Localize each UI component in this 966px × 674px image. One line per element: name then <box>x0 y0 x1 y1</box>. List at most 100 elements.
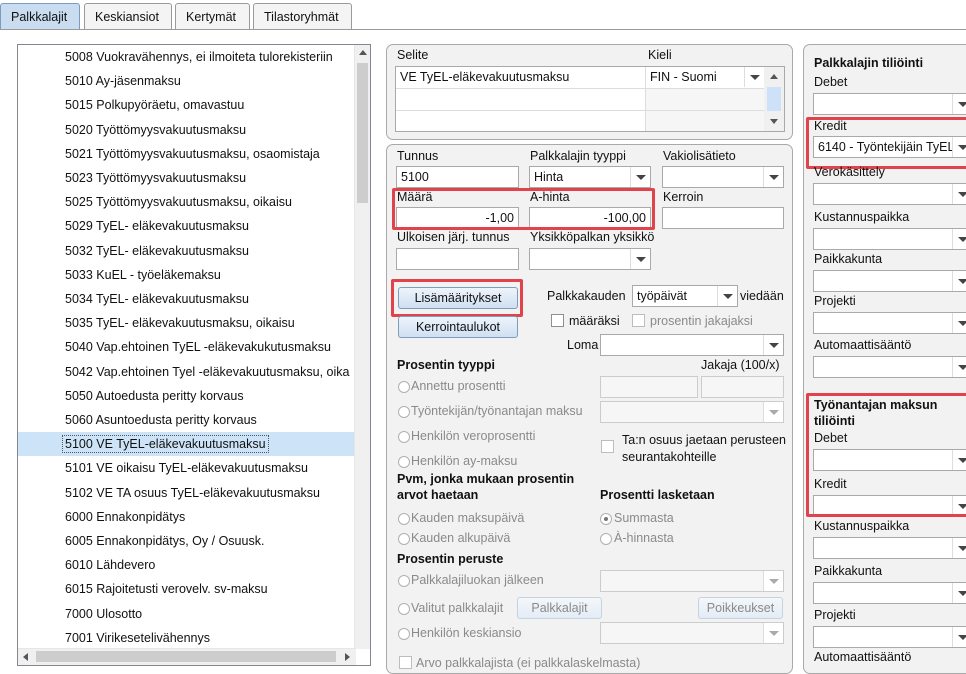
list-item[interactable]: 5020 Työttömyysvakuutusmaksu <box>18 118 356 142</box>
list-item[interactable]: 5101 VE oikaisu TyEL-eläkevakuutusmaksu <box>18 456 356 480</box>
list-vertical-scrollbar[interactable] <box>354 45 370 649</box>
paikkakunta-select[interactable] <box>813 270 966 292</box>
list-item[interactable]: 5033 KuEL - työeläkemaksu <box>18 263 356 287</box>
tyyppi-select[interactable]: Hinta <box>529 166 651 188</box>
kauden-alkupaiva-radio[interactable] <box>398 533 410 545</box>
kieli-row-empty[interactable] <box>646 89 764 111</box>
list-item[interactable]: 5040 Vap.ehtoinen TyEL -eläkevakukutusma… <box>18 335 356 359</box>
automaattisaanto-select[interactable] <box>813 356 966 378</box>
employer-projekti-select[interactable] <box>813 626 966 648</box>
wage-type-list[interactable]: 5008 Vuokravähennys, ei ilmoiteta tulore… <box>17 44 371 666</box>
keskiansio-select[interactable] <box>600 622 784 644</box>
grid-scroll-thumb[interactable] <box>767 87 781 111</box>
kieli-select[interactable]: FIN - Suomi <box>646 67 764 89</box>
yksikko-select[interactable] <box>529 248 651 270</box>
annettu-prosentti-radio[interactable] <box>398 381 410 393</box>
chevron-down-icon[interactable] <box>717 286 737 306</box>
chevron-down-icon[interactable] <box>952 313 966 333</box>
tan-osuus-checkbox[interactable] <box>601 440 614 453</box>
valitut-palkkalajit-radio[interactable] <box>398 603 410 615</box>
debet-select[interactable] <box>813 93 966 115</box>
list-item[interactable]: 5035 TyEL- eläkevakuutusmaksu, oikaisu <box>18 311 356 335</box>
chevron-down-icon[interactable] <box>952 271 966 291</box>
list-item[interactable]: 5102 VE TA osuus TyEL-eläkevakuutusmaksu <box>18 481 356 505</box>
tyontekijan-maksu-select[interactable] <box>600 401 784 423</box>
poikkeukset-button[interactable]: Poikkeukset <box>698 597 783 619</box>
tab-palkkalajit[interactable]: Palkkalajit <box>0 3 80 29</box>
hscroll-thumb[interactable] <box>36 651 336 662</box>
arvo-palkkalajista-checkbox[interactable] <box>399 656 412 669</box>
chevron-down-icon[interactable] <box>763 335 783 355</box>
scroll-right-icon[interactable] <box>339 649 355 665</box>
list-item[interactable]: 5034 TyEL- eläkevakuutusmaksu <box>18 287 356 311</box>
prosentti-input[interactable] <box>600 376 698 398</box>
palkkalajit-button[interactable]: Palkkalajit <box>517 597 602 619</box>
palkkalajiluokka-select[interactable] <box>600 570 784 592</box>
projekti-select[interactable] <box>813 312 966 334</box>
jakaja-input[interactable] <box>701 376 784 398</box>
loma-select[interactable] <box>600 334 784 356</box>
palkkalajiluokan-radio[interactable] <box>398 575 410 587</box>
tab-keskiansiot[interactable]: Keskiansiot <box>84 3 172 29</box>
employer-kustannuspaikka-select[interactable] <box>813 537 966 559</box>
list-item[interactable]: 5025 Työttömyysvakuutusmaksu, oikaisu <box>18 190 356 214</box>
chevron-down-icon[interactable] <box>952 583 966 603</box>
selite-row-empty[interactable] <box>396 89 646 111</box>
chevron-down-icon[interactable] <box>630 167 650 187</box>
list-item[interactable]: 7001 Virikesetelivähennys <box>18 626 356 650</box>
list-item[interactable]: 5042 Vap.ehtoinen Tyel -eläkevakuutusmak… <box>18 360 356 384</box>
henkilon-veroprosentti-radio[interactable] <box>398 431 410 443</box>
kauden-maksupaiva-radio[interactable] <box>398 513 410 525</box>
tyontekijan-maksu-radio[interactable] <box>398 406 410 418</box>
list-item[interactable]: 6005 Ennakonpidätys, Oy / Osuusk. <box>18 529 356 553</box>
list-item[interactable]: 5100 VE TyEL-eläkevakuutusmaksu <box>18 432 356 457</box>
summasta-radio[interactable] <box>600 513 612 525</box>
list-item[interactable]: 5008 Vuokravähennys, ei ilmoiteta tulore… <box>18 45 356 69</box>
chevron-down-icon[interactable] <box>952 184 966 204</box>
chevron-down-icon[interactable] <box>952 538 966 558</box>
kustannuspaikka-select[interactable] <box>813 228 966 250</box>
chevron-down-icon[interactable] <box>763 571 783 591</box>
employer-paikkakunta-select[interactable] <box>813 582 966 604</box>
chevron-down-icon[interactable] <box>952 94 966 114</box>
henkilon-ay-maksu-radio[interactable] <box>398 456 410 468</box>
list-item[interactable]: 5029 TyEL- eläkevakuutusmaksu <box>18 214 356 238</box>
henkilon-keskiansio-radio[interactable] <box>398 628 410 640</box>
scroll-left-icon[interactable] <box>18 649 34 665</box>
list-horizontal-scrollbar[interactable] <box>18 648 356 665</box>
list-item[interactable]: 5021 Työttömyysvakuutusmaksu, osaomistaj… <box>18 142 356 166</box>
list-item[interactable]: 5023 Työttömyysvakuutusmaksu <box>18 166 356 190</box>
list-item[interactable]: 5015 Polkupyöräetu, omavastuu <box>18 93 356 117</box>
tab-tilastoryhmat[interactable]: Tilastoryhmät <box>253 3 352 29</box>
selite-row-empty[interactable] <box>396 111 646 131</box>
list-item[interactable]: 7000 Ulosotto <box>18 602 356 626</box>
list-item[interactable]: 5060 Asuntoedusta peritty korvaus <box>18 408 356 432</box>
chevron-down-icon[interactable] <box>952 627 966 647</box>
selite-grid[interactable]: VE TyEL-eläkevakuutusmaksu FIN - Suomi <box>395 66 785 132</box>
scroll-thumb[interactable] <box>357 63 368 203</box>
list-item[interactable]: 6000 Ennakonpidätys <box>18 505 356 529</box>
tunnus-input[interactable]: 5100 <box>396 166 519 188</box>
scroll-up-icon[interactable] <box>766 69 782 85</box>
chevron-down-icon[interactable] <box>763 402 783 422</box>
chevron-down-icon[interactable] <box>763 623 783 643</box>
chevron-down-icon[interactable] <box>952 357 966 377</box>
list-item[interactable]: 6015 Rajoitetusti verovelv. sv-maksu <box>18 577 356 601</box>
ulkoisen-input[interactable] <box>396 248 519 270</box>
chevron-down-icon[interactable] <box>952 229 966 249</box>
kieli-row-empty[interactable] <box>646 111 764 131</box>
list-item[interactable]: 6010 Lähdevero <box>18 553 356 577</box>
scroll-up-icon[interactable] <box>355 45 370 61</box>
chevron-down-icon[interactable] <box>763 167 783 187</box>
verokasittely-select[interactable] <box>813 183 966 205</box>
grid-scrollbar[interactable] <box>764 67 784 131</box>
list-item[interactable]: 5032 TyEL- eläkevakuutusmaksu <box>18 239 356 263</box>
list-item[interactable]: 5010 Ay-jäsenmaksu <box>18 69 356 93</box>
a-hinnasta-radio[interactable] <box>600 533 612 545</box>
kerroin-input[interactable] <box>662 207 784 229</box>
chevron-down-icon[interactable] <box>630 249 650 269</box>
selite-input[interactable]: VE TyEL-eläkevakuutusmaksu <box>396 67 646 89</box>
kieli-dropdown-icon[interactable] <box>742 67 764 89</box>
palkkakauden-select[interactable]: työpäivät <box>632 285 738 307</box>
vakiolisatieto-select[interactable] <box>662 166 784 188</box>
